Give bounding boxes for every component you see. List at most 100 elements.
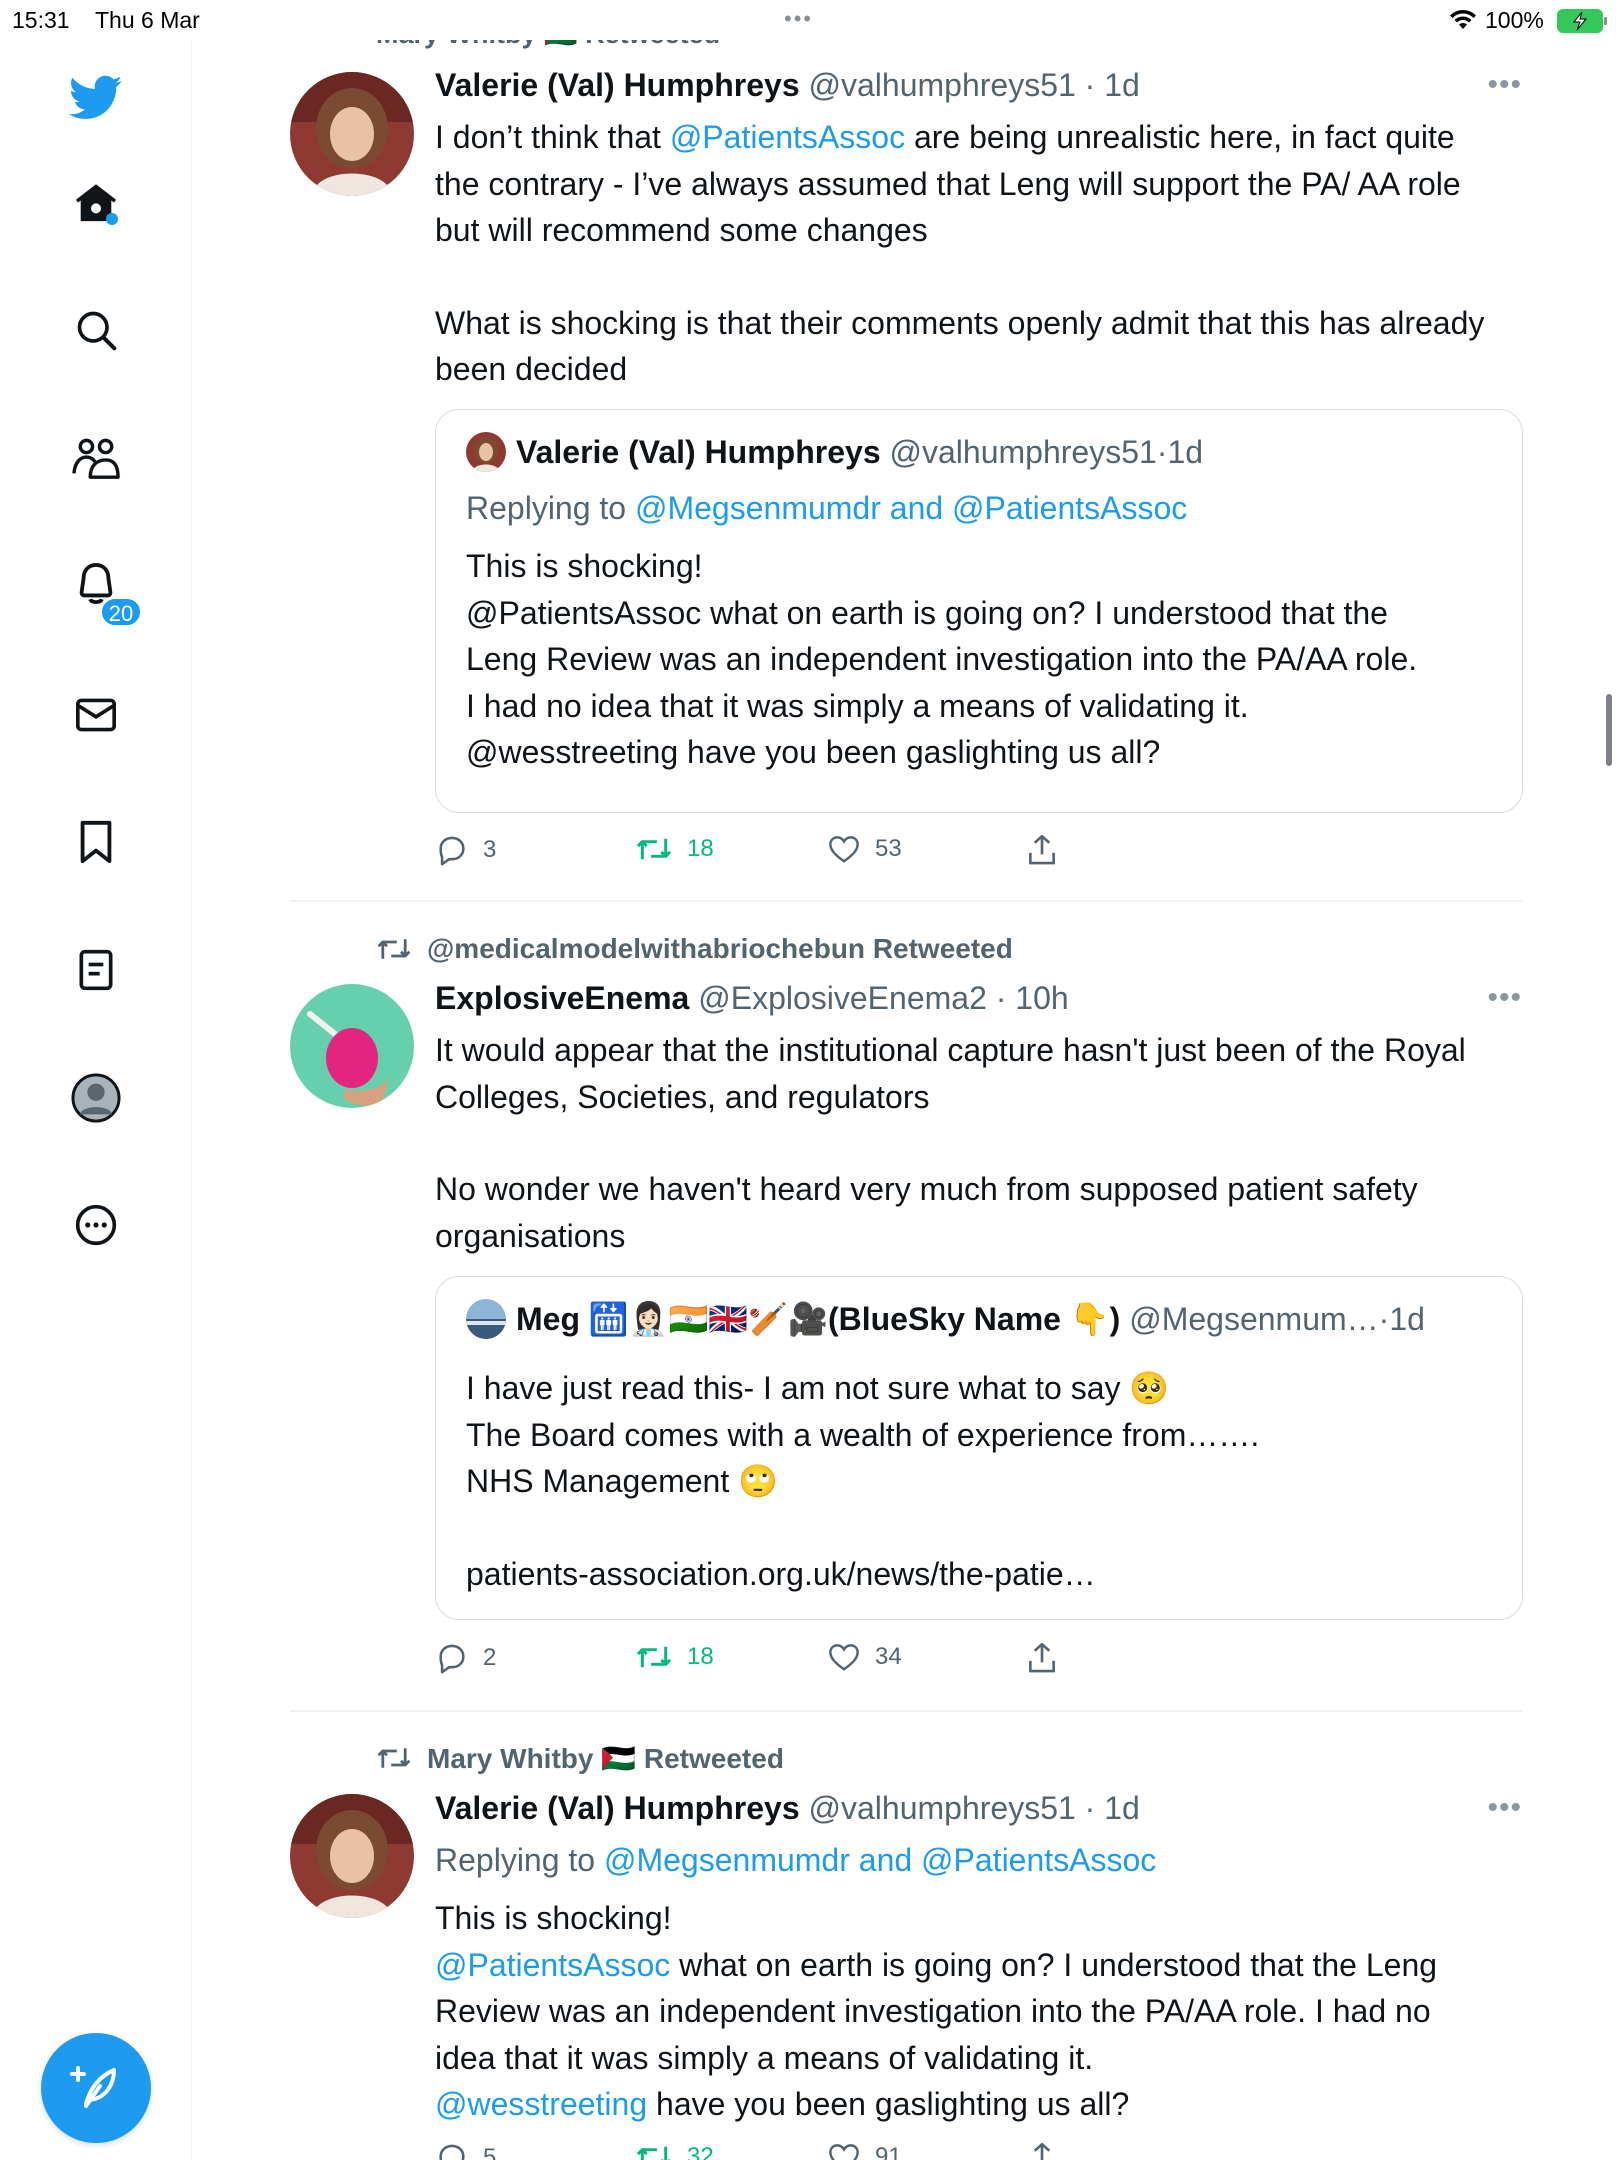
quoted-author-handle: @valhumphreys51 (889, 433, 1157, 470)
quoted-author-name: Valerie (Val) Humphreys (516, 433, 881, 470)
retweet-button[interactable]: 18 (635, 1642, 714, 1672)
quoted-time: 1d (1167, 433, 1204, 470)
retweet-context: Mary Whitby 🇵🇸 Retweeted (375, 1740, 784, 1776)
reply-button[interactable]: 5 (435, 2142, 496, 2160)
tweet-time[interactable]: 10h (1015, 980, 1068, 1016)
like-count: 53 (875, 835, 902, 862)
retweeted-by[interactable]: @medicalmodelwithabriochebun Retweeted (427, 933, 1013, 965)
like-button[interactable]: 53 (827, 834, 902, 864)
tweet-body: I don’t think that @PatientsAssoc are be… (435, 114, 1495, 393)
quoted-author-handle: @Megsenmum… (1129, 1300, 1379, 1337)
quoted-header: Valerie (Val) Humphreys @valhumphreys51 … (466, 430, 1203, 474)
quoted-avatar (466, 432, 506, 472)
mention-link[interactable]: @wesstreeting (435, 2086, 647, 2122)
replying-mentions[interactable]: @Megsenmumdr and @PatientsAssoc (604, 1842, 1156, 1878)
link-url[interactable]: patients-association.org.uk/news/the-pat… (466, 1556, 1096, 1592)
reply-icon (439, 836, 465, 866)
tweet-text: I don’t think that (435, 119, 670, 155)
tweet-time[interactable]: 1d (1104, 1790, 1140, 1826)
tweet-header: ExplosiveEnema @ExplosiveEnema2 · 10h (435, 980, 1069, 1016)
bookmarks-icon[interactable] (64, 810, 128, 874)
quoted-line: Leng Review was an independent investiga… (466, 641, 1418, 677)
author-name[interactable]: Valerie (Val) Humphreys (435, 67, 800, 103)
retweet-count: 18 (687, 835, 714, 862)
like-count: 91 (875, 2143, 902, 2160)
share-icon (1033, 2142, 1051, 2160)
reply-icon (439, 1644, 465, 1674)
tweet-more-icon[interactable]: ••• (1487, 981, 1522, 1015)
reply-button[interactable]: 2 (435, 1642, 496, 1674)
share-icon (1029, 1642, 1055, 1673)
twitter-logo-icon[interactable] (64, 66, 128, 130)
author-name[interactable]: ExplosiveEnema (435, 980, 689, 1016)
author-handle[interactable]: @valhumphreys51 (809, 67, 1076, 103)
more-options-icon[interactable] (64, 1193, 128, 1257)
retweet-icon (636, 2146, 671, 2160)
messages-envelope-icon[interactable] (64, 683, 128, 747)
tweet-body: It would appear that the institutional c… (435, 1027, 1495, 1259)
tweet-body: This is shocking! @PatientsAssoc what on… (435, 1895, 1495, 2128)
home-icon[interactable] (64, 171, 128, 235)
quoted-body: This is shocking! @PatientsAssoc what on… (466, 543, 1496, 776)
avatar[interactable] (290, 984, 414, 1108)
profile-avatar-icon[interactable] (64, 1066, 128, 1130)
quoted-author-name: Meg 🛗👩🏻‍⚕️🇮🇳🇬🇧🏏🎥(BlueSky Name 👇) (516, 1301, 1121, 1337)
tweet-divider (290, 1710, 1522, 1712)
quoted-time: 1d (1389, 1300, 1425, 1337)
share-icon (1029, 834, 1055, 865)
quoted-line: This is shocking! (466, 548, 703, 584)
tweet-text: have you been gaslighting us all? (647, 2086, 1130, 2122)
sidebar-nav: 20 (0, 40, 192, 2160)
lists-icon[interactable] (64, 938, 128, 1002)
quoted-tweet[interactable]: Meg 🛗👩🏻‍⚕️🇮🇳🇬🇧🏏🎥(BlueSky Name 👇) @Megsen… (435, 1276, 1523, 1620)
quoted-link[interactable]: patients-association.org.uk/news/the-pat… (466, 1551, 1496, 1598)
tweet-more-icon[interactable]: ••• (1487, 1791, 1522, 1825)
retweet-button[interactable]: 18 (635, 834, 714, 864)
avatar[interactable] (290, 72, 414, 196)
replying-mentions[interactable]: @Megsenmumdr and @PatientsAssoc (635, 490, 1187, 526)
scrollbar[interactable] (1606, 694, 1612, 766)
quoted-tweet[interactable]: Valerie (Val) Humphreys @valhumphreys51 … (435, 409, 1523, 813)
tweet-actions: 5 32 91 (435, 2142, 1135, 2160)
retweet-context: @medicalmodelwithabriochebun Retweeted (375, 931, 1013, 967)
mention-link[interactable]: @PatientsAssoc (670, 119, 905, 155)
compose-tweet-button[interactable] (41, 2033, 151, 2143)
like-button[interactable]: 34 (827, 1642, 902, 1672)
tweet-divider (290, 900, 1522, 902)
share-button[interactable] (1027, 1642, 1057, 1674)
tweet-time[interactable]: 1d (1104, 67, 1140, 103)
reply-button[interactable]: 3 (435, 834, 496, 866)
timeline: Mary Whitby 🇵🇸 Retweeted Valerie (Val) H… (193, 0, 1593, 2160)
share-button[interactable] (1027, 2142, 1057, 2160)
retweet-button[interactable]: 32 (635, 2142, 714, 2160)
tweet-more-icon[interactable]: ••• (1487, 68, 1522, 102)
retweeted-by[interactable]: Mary Whitby 🇵🇸 Retweeted (427, 1742, 784, 1775)
author-handle[interactable]: @ExplosiveEnema2 (698, 980, 987, 1016)
avatar[interactable] (290, 1794, 414, 1918)
share-button[interactable] (1027, 834, 1057, 866)
retweet-small-icon (377, 1748, 411, 1768)
search-icon[interactable] (64, 298, 128, 362)
heart-icon (829, 2144, 859, 2160)
communities-icon[interactable] (64, 426, 128, 490)
quoted-header: Meg 🛗👩🏻‍⚕️🇮🇳🇬🇧🏏🎥(BlueSky Name 👇) @Megsen… (466, 1297, 1425, 1341)
tweet-header: Valerie (Val) Humphreys @valhumphreys51 … (435, 67, 1140, 103)
replying-to: Replying to @Megsenmumdr and @PatientsAs… (435, 1837, 1495, 1884)
author-name[interactable]: Valerie (Val) Humphreys (435, 1790, 800, 1826)
retweet-small-icon (377, 939, 411, 959)
retweet-count: 18 (687, 1643, 714, 1670)
reply-count: 2 (483, 1644, 497, 1671)
quoted-line: I have just read this- I am not sure wha… (466, 1370, 1170, 1406)
compose-feather-icon (70, 2060, 122, 2117)
tweet-actions: 2 18 34 (435, 1642, 1135, 1682)
reply-icon (439, 2144, 465, 2160)
quoted-avatar (466, 1299, 506, 1339)
quoted-body: I have just read this- I am not sure wha… (466, 1365, 1496, 1505)
like-button[interactable]: 91 (827, 2142, 902, 2160)
tweet-text: What is shocking is that their comments … (435, 304, 1485, 388)
author-handle[interactable]: @valhumphreys51 (809, 1790, 1076, 1826)
home-unread-dot (106, 213, 118, 225)
mention-link[interactable]: @PatientsAssoc (435, 1947, 670, 1983)
heart-icon (829, 1644, 859, 1671)
heart-icon (829, 836, 859, 863)
